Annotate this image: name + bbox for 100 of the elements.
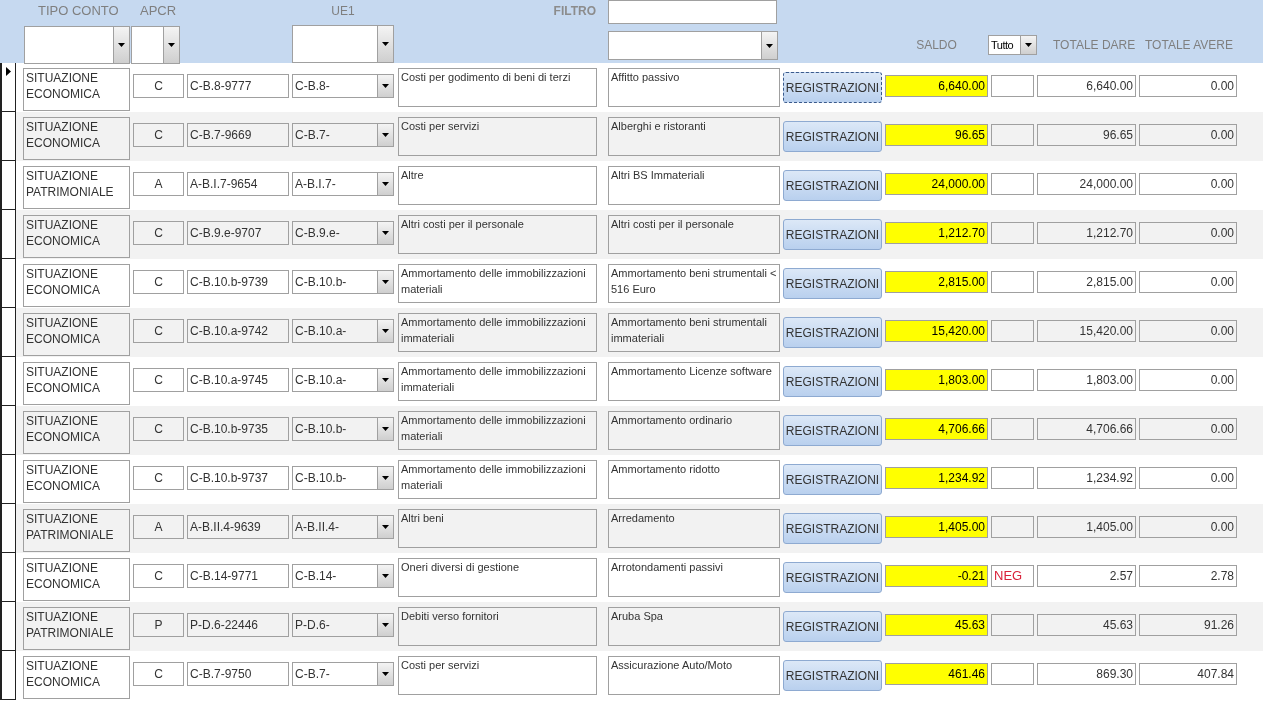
ue1-dropdown[interactable]: C-B.10.b- — [292, 417, 394, 441]
record-selector[interactable] — [0, 63, 16, 112]
dropdown-button[interactable] — [112, 26, 129, 63]
caret-icon — [382, 84, 389, 88]
dropdown-button[interactable] — [377, 565, 393, 587]
balance-field: 4,706.66 — [885, 418, 988, 440]
total-debit-field: 15,420.00 — [1037, 320, 1136, 342]
account-code-field: C-B.10.b-9739 — [187, 270, 289, 294]
record-selector[interactable] — [0, 210, 16, 259]
registrazioni-button[interactable]: REGISTRAZIONI — [783, 72, 882, 103]
dropdown-button[interactable] — [377, 320, 393, 342]
dropdown-button[interactable] — [377, 222, 393, 244]
record-selector[interactable] — [0, 259, 16, 308]
balance-field: 96.65 — [885, 124, 988, 146]
ue1-dropdown[interactable]: P-D.6- — [292, 613, 394, 637]
ue1-dropdown[interactable]: C-B.14- — [292, 564, 394, 588]
ue1-dropdown[interactable]: C-B.8- — [292, 74, 394, 98]
description-field: Ammortamento delle immobilizzazioni materiali — [398, 460, 597, 499]
ue1-dropdown[interactable]: C-B.9.e- — [292, 221, 394, 245]
registrazioni-button[interactable]: REGISTRAZIONI — [783, 317, 882, 348]
dropdown-button[interactable] — [377, 418, 393, 440]
caret-icon — [382, 42, 389, 46]
apcr-field: A — [133, 515, 184, 539]
account-type-field: SITUAZIONE ECONOMICA — [23, 362, 130, 405]
dropdown-button[interactable] — [761, 32, 777, 59]
subaccount-field: Aruba Spa — [608, 607, 780, 646]
dropdown-button[interactable] — [377, 75, 393, 97]
description-field: Ammortamento delle immobilizzazioni materiali — [398, 264, 597, 303]
sign-field — [991, 614, 1034, 636]
caret-icon — [1025, 43, 1032, 47]
dropdown-button[interactable] — [377, 369, 393, 391]
dropdown-button[interactable] — [377, 663, 393, 685]
total-debit-field: 24,000.00 — [1037, 173, 1136, 195]
registrazioni-button[interactable]: REGISTRAZIONI — [783, 366, 882, 397]
total-credit-field: 0.00 — [1139, 320, 1237, 342]
sign-field: NEG — [991, 565, 1034, 587]
description-field: Oneri diversi di gestione — [398, 558, 597, 597]
record-selector[interactable] — [0, 602, 16, 651]
ue1-dropdown[interactable]: C-B.10.a- — [292, 319, 394, 343]
apcr-field: C — [133, 319, 184, 343]
sign-field — [991, 222, 1034, 244]
dropdown-button[interactable] — [377, 516, 393, 538]
column-label: APCR — [140, 2, 177, 20]
description-field: Costi per godimento di beni di terzi — [398, 68, 597, 107]
record-selector[interactable] — [0, 357, 16, 406]
registrazioni-button[interactable]: REGISTRAZIONI — [783, 268, 882, 299]
ue1-dropdown[interactable]: A-B.I.7- — [292, 172, 394, 196]
balance-field: 2,815.00 — [885, 271, 988, 293]
registrazioni-button[interactable]: REGISTRAZIONI — [783, 170, 882, 201]
registrazioni-button[interactable]: REGISTRAZIONI — [783, 513, 882, 544]
registrazioni-button[interactable]: REGISTRAZIONI — [783, 464, 882, 495]
registrazioni-button[interactable]: REGISTRAZIONI — [783, 121, 882, 152]
caret-icon — [382, 427, 389, 431]
ue1-dropdown[interactable]: C-B.10.b- — [292, 270, 394, 294]
registrazioni-button[interactable]: REGISTRAZIONI — [783, 415, 882, 446]
description-field: Costi per servizi — [398, 117, 597, 156]
description-field: Ammortamento delle immobilizzazioni immateriali — [398, 362, 597, 401]
total-credit-field: 2.78 — [1139, 565, 1237, 587]
subaccount-field: Ammortamento ordinario — [608, 411, 780, 450]
caret-icon — [382, 672, 389, 676]
record-selector[interactable] — [0, 112, 16, 161]
ue1-dropdown[interactable]: C-B.7- — [292, 123, 394, 147]
ue1-dropdown[interactable]: A-B.II.4- — [292, 515, 394, 539]
balance-field: 1,234.92 — [885, 467, 988, 489]
registrazioni-button[interactable]: REGISTRAZIONI — [783, 562, 882, 593]
column-label: TOTALE DARE — [1053, 37, 1136, 54]
saldo-filter-dropdown[interactable]: Tutto — [988, 35, 1037, 55]
apcr-field: C — [133, 221, 184, 245]
record-selector[interactable] — [0, 406, 16, 455]
caret-icon — [382, 231, 389, 235]
registrazioni-button[interactable]: REGISTRAZIONI — [783, 611, 882, 642]
dropdown-button[interactable] — [377, 124, 393, 146]
record-selector[interactable] — [0, 455, 16, 504]
ue1-dropdown[interactable]: C-B.7- — [292, 662, 394, 686]
ue1-dropdown[interactable]: C-B.10.a- — [292, 368, 394, 392]
account-type-field: SITUAZIONE PATRIMONIALE — [23, 509, 130, 552]
record-selector[interactable] — [0, 651, 16, 700]
dropdown-button[interactable] — [163, 26, 179, 63]
column-label: SALDO — [916, 37, 957, 54]
apcr-field: C — [133, 123, 184, 147]
ue1-dropdown[interactable]: C-B.10.b- — [292, 466, 394, 490]
record-selector[interactable] — [0, 308, 16, 357]
total-credit-field: 0.00 — [1139, 75, 1237, 97]
dropdown-button[interactable] — [377, 271, 393, 293]
dropdown-button[interactable] — [377, 614, 393, 636]
record-selector[interactable] — [0, 553, 16, 602]
caret-icon — [382, 525, 389, 529]
registrazioni-button[interactable]: REGISTRAZIONI — [783, 660, 882, 691]
dropdown-button[interactable] — [1020, 36, 1036, 54]
filter-field[interactable] — [608, 0, 777, 24]
dropdown-button[interactable] — [377, 26, 393, 62]
dropdown-button[interactable] — [377, 467, 393, 489]
record-selector[interactable] — [0, 504, 16, 553]
apcr-field: C — [133, 74, 184, 98]
subaccount-field: Altri BS Immateriali — [608, 166, 780, 205]
apcr-field: C — [133, 466, 184, 490]
record-selector[interactable] — [0, 161, 16, 210]
registrazioni-button[interactable]: REGISTRAZIONI — [783, 219, 882, 250]
total-debit-field: 2,815.00 — [1037, 271, 1136, 293]
dropdown-button[interactable] — [377, 173, 393, 195]
